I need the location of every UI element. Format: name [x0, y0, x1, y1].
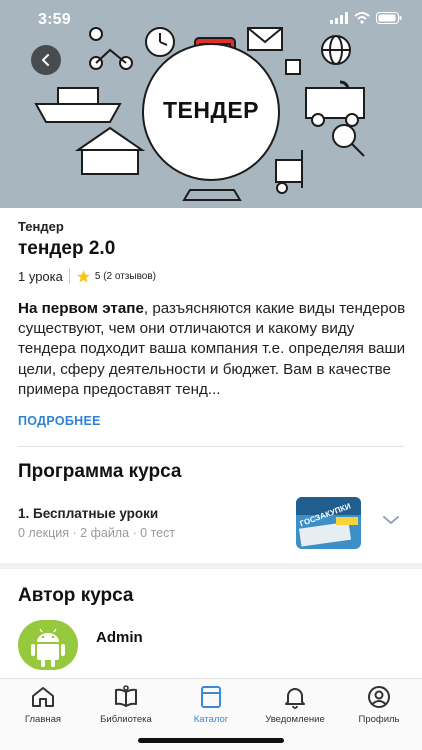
program-section-row[interactable]: 1. Бесплатные уроки 0 лекция · 2 файла ·…: [0, 494, 422, 552]
section-divider: [0, 563, 422, 569]
section-stats: 0 лекция · 2 файла · 0 тест: [18, 526, 176, 540]
author-heading: Автор курса: [18, 585, 134, 606]
section-title: 1. Бесплатные уроки: [18, 506, 159, 521]
star-icon: [77, 269, 90, 282]
catalog-icon: [201, 686, 221, 708]
tab-catalog[interactable]: Каталог: [169, 685, 253, 729]
tab-label: Профиль: [358, 714, 400, 725]
status-time: 3:59: [38, 11, 71, 28]
divider: [18, 446, 404, 447]
course-description: На первом этапе, разъясняются какие виды…: [18, 299, 410, 401]
tab-label: Библиотека: [100, 714, 152, 725]
section-thumbnail: ГОСЗАКУПКИ: [296, 497, 361, 549]
battery-icon: [376, 12, 402, 24]
profile-icon: [368, 686, 390, 708]
goszakupki-image: ГОСЗАКУПКИ: [296, 497, 361, 549]
meta-divider: [68, 268, 70, 284]
bell-icon: [285, 688, 305, 709]
tab-label: Уведомление: [265, 714, 325, 725]
home-icon: [32, 687, 54, 707]
read-more-link[interactable]: ПОДРОБНЕЕ: [18, 414, 101, 428]
tab-label: Главная: [24, 714, 62, 725]
status-bar: 3:59: [0, 0, 422, 40]
course-category: Тендер: [18, 219, 64, 234]
wifi-icon: [354, 12, 370, 24]
tab-library[interactable]: Библиотека: [84, 685, 168, 729]
tab-notifications[interactable]: Уведомление: [253, 685, 337, 729]
book-icon: [115, 685, 137, 707]
course-title: тендер 2.0: [18, 238, 116, 259]
rating-text: 5 (2 отзывов): [94, 270, 156, 282]
chevron-down-icon[interactable]: [382, 514, 400, 526]
home-indicator: [138, 738, 284, 743]
program-heading: Программа курса: [18, 461, 182, 482]
avatar[interactable]: [18, 620, 78, 670]
tab-profile[interactable]: Профиль: [337, 685, 421, 729]
signal-icon: [330, 12, 348, 24]
android-icon: [31, 628, 65, 667]
course-banner: ТЕНДЕР 3:59: [0, 0, 422, 208]
chevron-left-icon: [42, 54, 49, 66]
back-button[interactable]: [31, 45, 61, 75]
banner-text: ТЕНДЕР: [162, 97, 260, 123]
course-meta: 1 урока 5 (2 отзывов): [18, 266, 156, 286]
tab-label: Каталог: [193, 714, 229, 725]
status-icons: [330, 12, 402, 24]
tab-home[interactable]: Главная: [1, 685, 85, 729]
lessons-count: 1 урока: [18, 268, 63, 284]
description-bold: На первом этапе: [18, 300, 144, 317]
author-name[interactable]: Admin: [96, 629, 143, 646]
